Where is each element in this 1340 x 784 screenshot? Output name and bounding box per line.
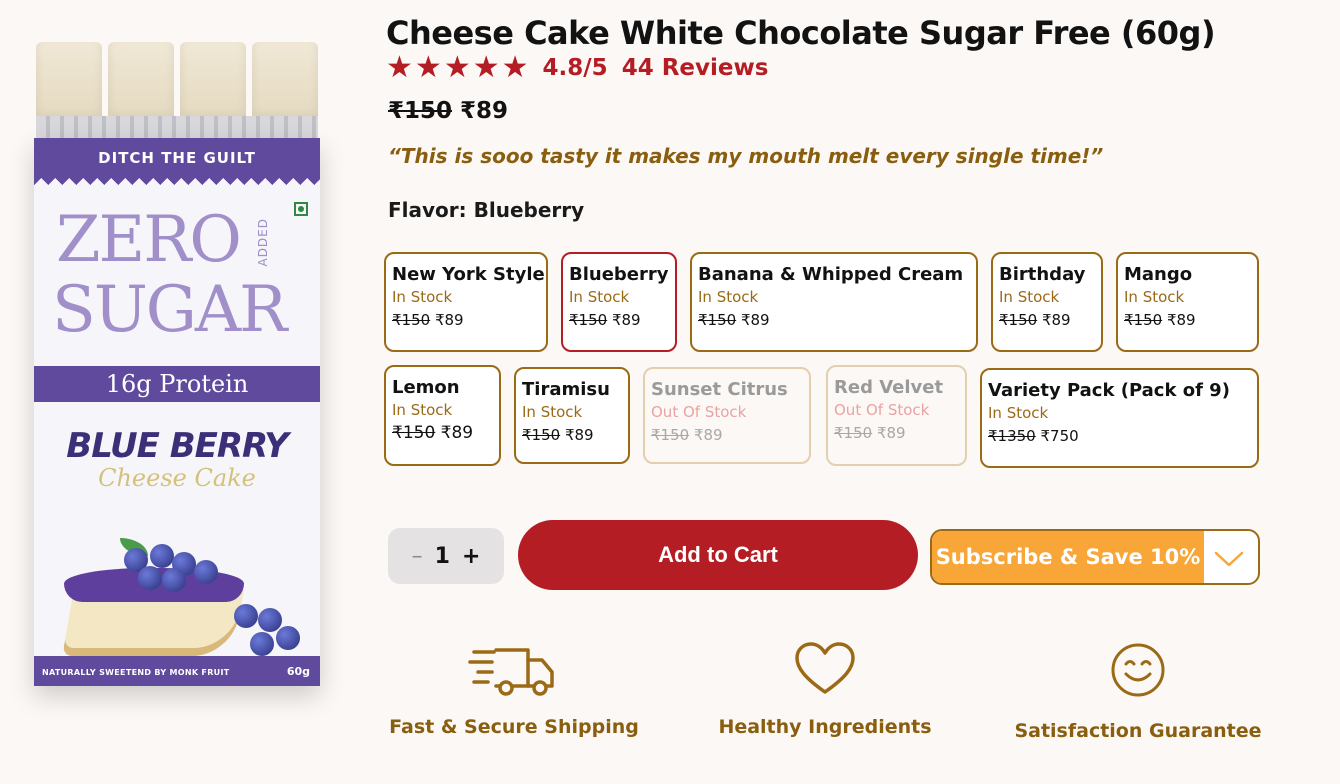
flavor-price: ₹150 ₹89 [999, 311, 1071, 329]
price-new: ₹89 [460, 98, 509, 124]
flavor-name: Red Velvet [834, 377, 944, 398]
flavor-stock: In Stock [392, 401, 453, 419]
flavor-stock: In Stock [392, 288, 453, 306]
feature-healthy: Healthy Ingredients [710, 640, 940, 738]
package-weight: 60g [286, 665, 310, 678]
product-image: DITCH THE GUILT ZERO ADDED SUGAR 16g Pro… [22, 38, 322, 698]
product-title: Cheese Cake White Chocolate Sugar Free (… [386, 14, 1216, 52]
subscribe-button[interactable]: Subscribe & Save 10% [932, 531, 1204, 583]
flavor-price: ₹150 ₹89 [392, 311, 464, 329]
chevron-down-icon[interactable] [1210, 545, 1248, 571]
reviews-link[interactable]: 44 Reviews [622, 55, 769, 81]
package-flavor-name: BLUE BERRY [66, 426, 288, 466]
package-flavor-sub: Cheese Cake [98, 464, 256, 492]
flavor-name: Tiramisu [522, 379, 610, 400]
quantity-stepper[interactable]: – 1 + [388, 528, 504, 584]
star-icon: ★ [443, 50, 471, 85]
delivery-truck-icon [468, 648, 554, 696]
flavor-stock: Out Of Stock [834, 401, 930, 419]
star-icon: ★ [386, 50, 413, 85]
flavor-stock: In Stock [1124, 288, 1185, 306]
flavor-price: ₹150 ₹89 [651, 426, 723, 444]
flavor-option-tiramisu[interactable]: Tiramisu In Stock ₹150 ₹89 [514, 367, 630, 464]
veg-mark-icon [294, 202, 308, 216]
selected-flavor: Blueberry [473, 198, 585, 222]
feature-guarantee-label: Satisfaction Guarantee [1014, 720, 1262, 742]
smiley-icon [1111, 643, 1165, 697]
flavor-name: Lemon [392, 377, 460, 398]
flavor-name: New York Style [392, 264, 545, 285]
flavor-stock: In Stock [569, 288, 630, 306]
flavor-name: Variety Pack (Pack of 9) [988, 380, 1230, 401]
flavor-stock: In Stock [698, 288, 759, 306]
flavor-price: ₹150 ₹89 [1124, 311, 1196, 329]
flavor-stock: In Stock [522, 403, 583, 421]
quantity-value: 1 [434, 543, 450, 569]
flavor-price: ₹150 ₹89 [522, 426, 594, 444]
chocolate-bar-top [36, 42, 318, 122]
rating-stars: ★ ★ ★ ★ ★ [386, 53, 529, 83]
flavor-option-red-velvet[interactable]: Red Velvet Out Of Stock ₹150 ₹89 [826, 365, 967, 466]
testimonial-quote: “This is sooo tasty it makes my mouth me… [388, 144, 1104, 168]
feature-guarantee: Satisfaction Guarantee [1010, 640, 1266, 742]
flavor-label: Flavor: Blueberry [388, 198, 585, 222]
package-added: ADDED [256, 218, 270, 267]
flavor-name: Birthday [999, 264, 1086, 285]
flavor-name: Blueberry [569, 264, 669, 285]
flavor-price: ₹1350 ₹750 [988, 427, 1079, 445]
flavor-price: ₹150 ₹89 [392, 423, 474, 443]
flavor-option-mango[interactable]: Mango In Stock ₹150 ₹89 [1116, 252, 1259, 352]
flavor-name: Mango [1124, 264, 1193, 285]
flavor-name: Sunset Citrus [651, 379, 788, 400]
package-tagline: DITCH THE GUILT [98, 149, 256, 167]
package-zero: ZERO [56, 203, 242, 277]
flavor-name: Banana & Whipped Cream [698, 264, 964, 285]
rating-row: ★ ★ ★ ★ ★ 4.8/5 44 Reviews [386, 52, 768, 84]
package-wrapper: DITCH THE GUILT ZERO ADDED SUGAR 16g Pro… [34, 138, 320, 686]
star-icon: ★ [414, 50, 442, 85]
rating-value: 4.8/5 [542, 55, 608, 81]
flavor-stock: Out Of Stock [651, 403, 747, 421]
flavor-option-variety-pack[interactable]: Variety Pack (Pack of 9) In Stock ₹1350 … [980, 368, 1259, 468]
flavor-stock: In Stock [988, 404, 1049, 422]
package-sugar: SUGAR [52, 273, 287, 347]
heart-icon [795, 642, 855, 694]
cheesecake-illustration [54, 538, 304, 658]
feature-shipping: Fast & Secure Shipping [384, 640, 644, 738]
price-old: ₹150 [388, 98, 453, 124]
increment-button[interactable]: + [462, 544, 480, 569]
feature-healthy-label: Healthy Ingredients [718, 716, 932, 738]
flavor-option-banana-whipped-cream[interactable]: Banana & Whipped Cream In Stock ₹150 ₹89 [690, 252, 978, 352]
flavor-option-lemon[interactable]: Lemon In Stock ₹150 ₹89 [384, 365, 501, 466]
star-icon: ★ [501, 50, 529, 85]
star-icon: ★ [472, 50, 500, 85]
flavor-stock: In Stock [999, 288, 1060, 306]
price: ₹150 ₹89 [388, 98, 508, 124]
decrement-button[interactable]: – [412, 544, 423, 569]
flavor-price: ₹150 ₹89 [834, 424, 906, 442]
feature-shipping-label: Fast & Secure Shipping [389, 716, 639, 738]
subscribe-dropdown[interactable]: Subscribe & Save 10% [930, 529, 1260, 585]
flavor-option-blueberry[interactable]: Blueberry In Stock ₹150 ₹89 [561, 252, 677, 352]
flavor-price: ₹150 ₹89 [569, 311, 641, 329]
flavor-option-new-york-style[interactable]: New York Style In Stock ₹150 ₹89 [384, 252, 548, 352]
flavor-option-birthday[interactable]: Birthday In Stock ₹150 ₹89 [991, 252, 1103, 352]
package-protein: 16g Protein [105, 370, 249, 398]
flavor-option-sunset-citrus[interactable]: Sunset Citrus Out Of Stock ₹150 ₹89 [643, 367, 811, 464]
flavor-price: ₹150 ₹89 [698, 311, 770, 329]
add-to-cart-button[interactable]: Add to Cart [518, 520, 918, 590]
package-sweetened: NATURALLY SWEETEND BY MONK FRUIT [42, 668, 230, 677]
